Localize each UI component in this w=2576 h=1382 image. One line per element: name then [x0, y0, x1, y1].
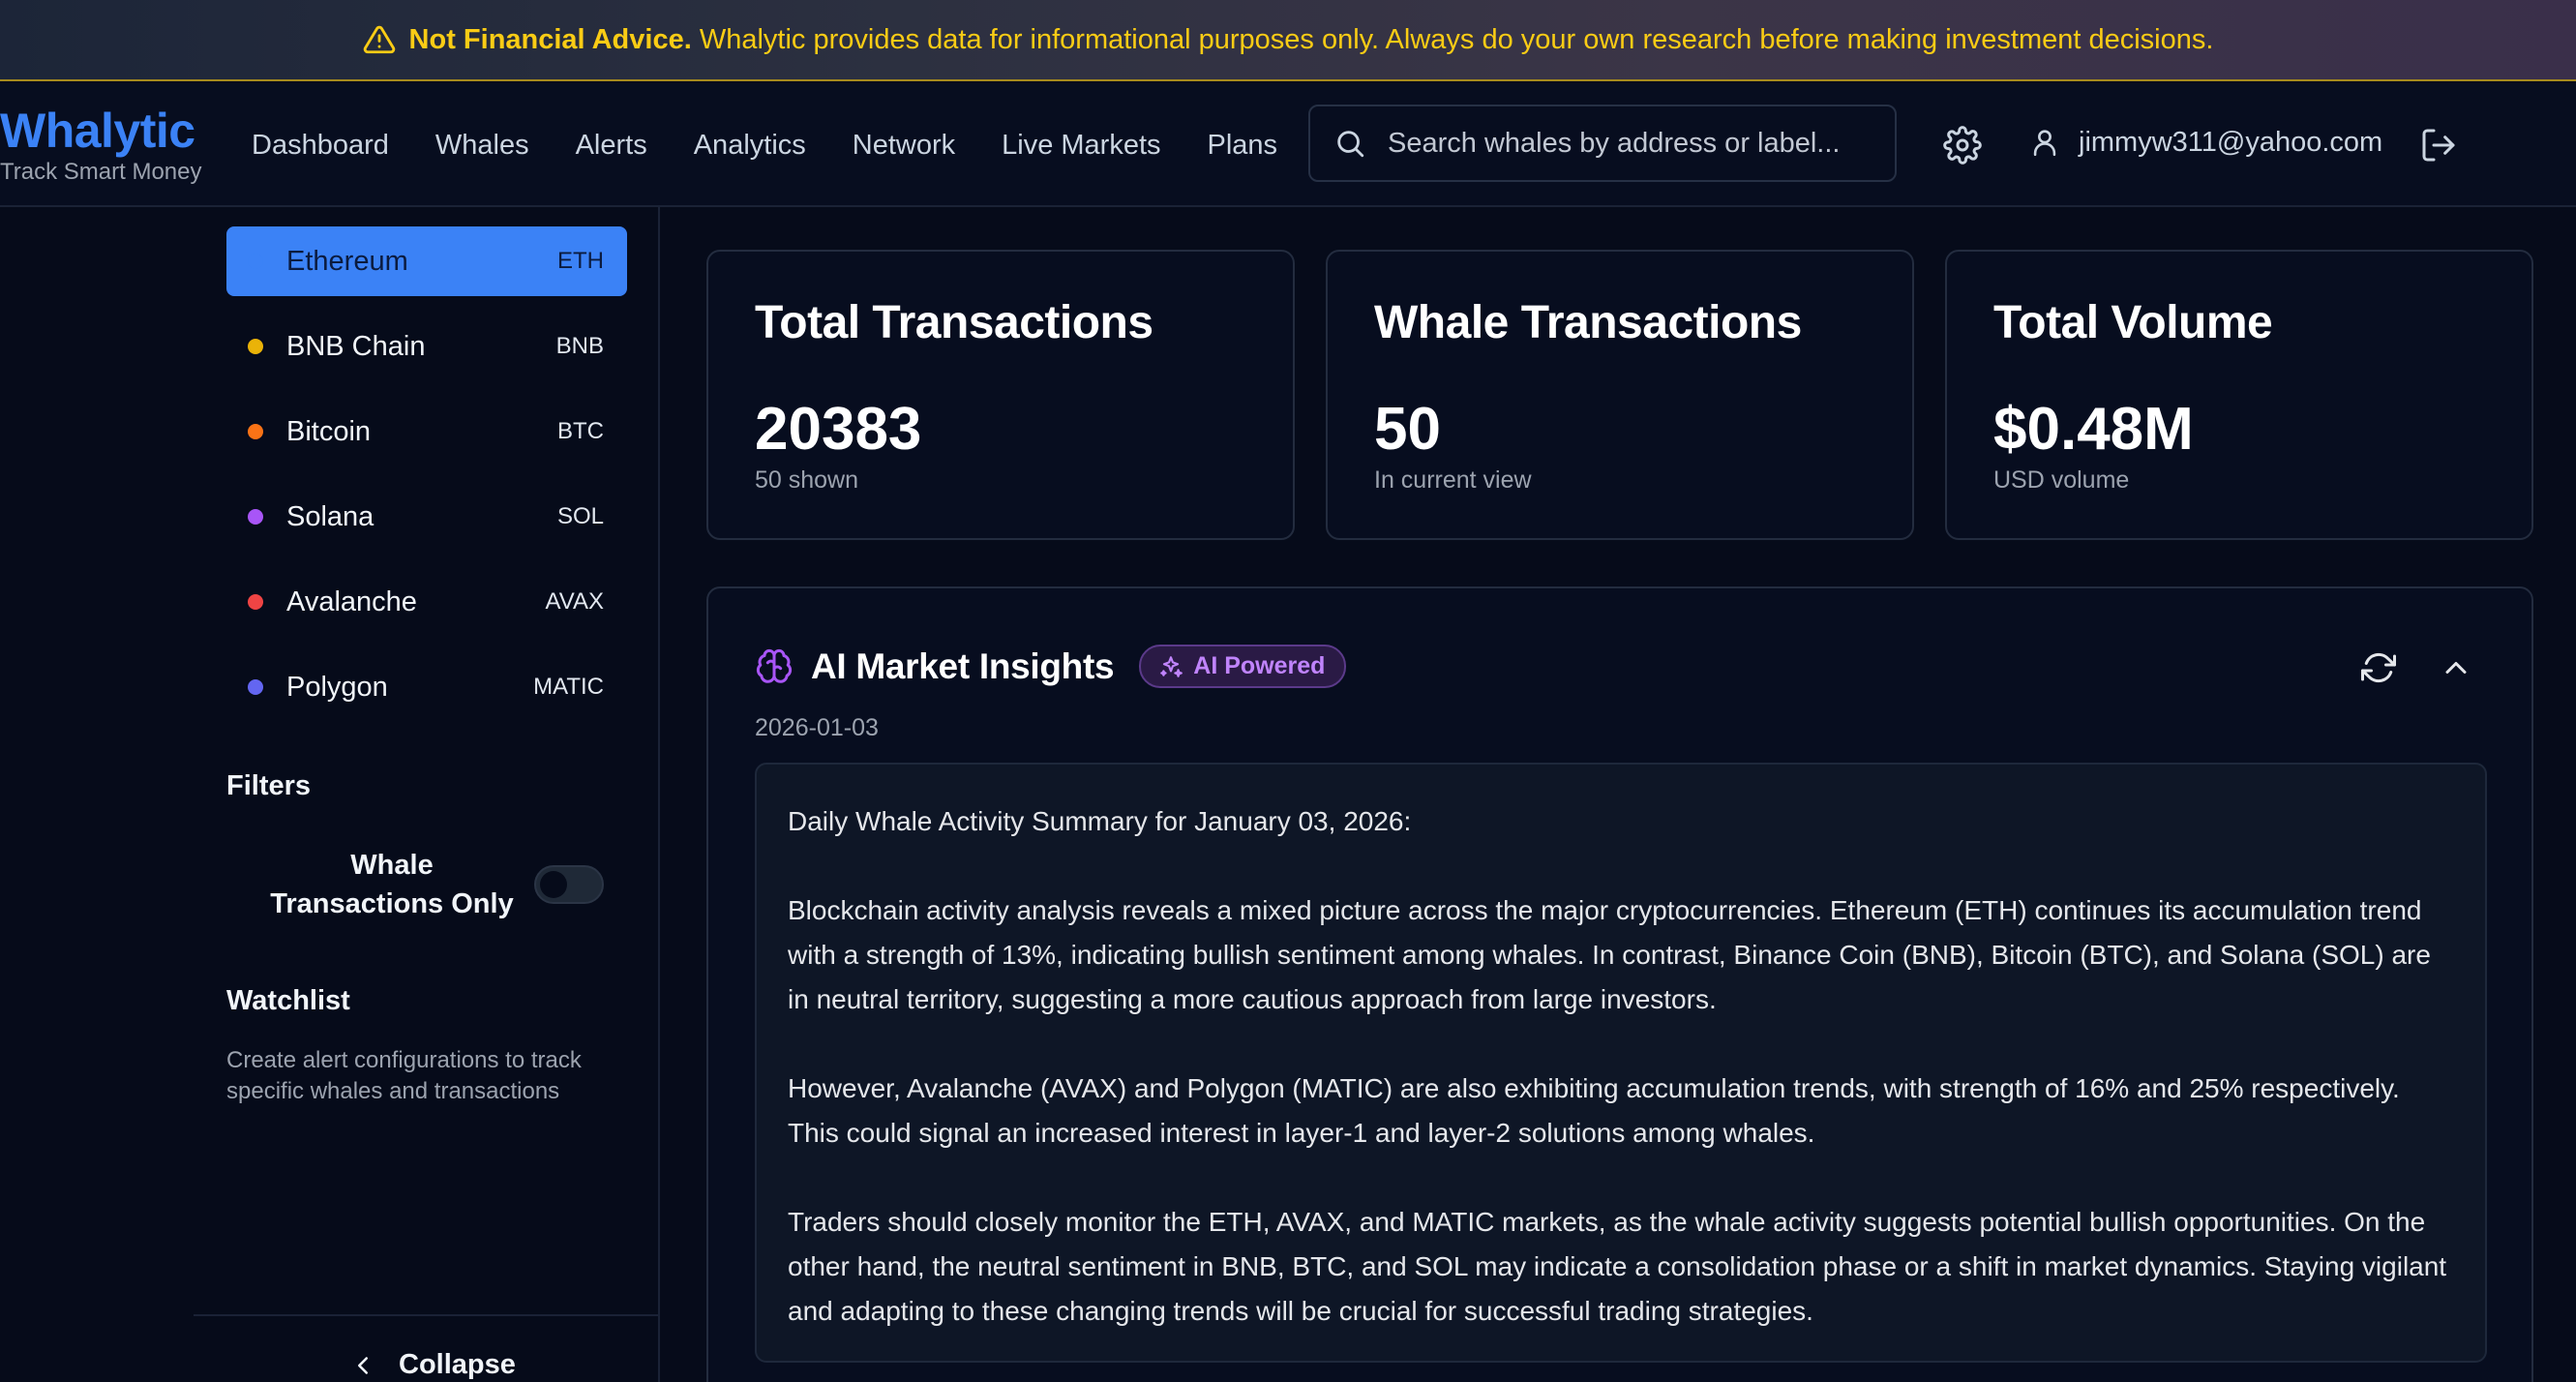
whale-only-label: Whale Transactions Only [270, 850, 514, 919]
chevron-left-icon [358, 1356, 368, 1374]
chain-dot [248, 679, 263, 695]
ai-powered-badge: AI Powered [1139, 645, 1347, 688]
nav-live-markets[interactable]: Live Markets [1002, 130, 1160, 162]
chain-symbol: MATIC [533, 674, 604, 700]
nav-plans[interactable]: Plans [1208, 130, 1278, 162]
insights-date: 2026-01-03 [755, 714, 879, 741]
collapse-button[interactable]: Collapse [348, 1349, 516, 1381]
chain-name: BNB Chain [286, 330, 426, 362]
whale-only-toggle[interactable] [534, 865, 604, 904]
sparkles-icon [1160, 655, 1183, 677]
stat-card-total-transactions: Total Transactions 20383 50 shown [706, 250, 1295, 540]
brand-name: Whalytic [0, 104, 195, 158]
main-nav: Dashboard Whales Alerts Analytics Networ… [252, 83, 1277, 207]
user-menu[interactable]: jimmyw311@yahoo.com [2028, 126, 2382, 159]
chain-dot [248, 424, 263, 439]
chevron-up-icon[interactable] [2439, 650, 2473, 685]
collapse-label: Collapse [399, 1349, 516, 1380]
warning-icon [363, 25, 395, 54]
summary-paragraph: Daily Whale Activity Summary for January… [788, 806, 1412, 836]
nav-analytics[interactable]: Analytics [694, 130, 806, 162]
disclaimer-body: Whalytic provides data for informational… [699, 23, 2214, 55]
disclaimer-banner: Not Financial Advice. Whalytic provides … [0, 0, 2576, 81]
user-icon [2033, 130, 2056, 157]
chain-name: Bitcoin [286, 415, 372, 447]
filters-heading: Filters [226, 770, 312, 801]
chain-name: Ethereum [286, 245, 408, 277]
badge-label: AI Powered [1193, 652, 1326, 679]
stat-subtext: USD volume [1993, 466, 2130, 494]
chain-symbol: ETH [557, 248, 604, 274]
stat-title: Total Volume [1993, 297, 2273, 348]
stat-value: 20383 [755, 396, 922, 463]
chain-symbol: SOL [556, 503, 604, 529]
search-input[interactable] [1388, 127, 1872, 160]
insights-title: AI Market Insights [811, 646, 1115, 686]
top-header: Whalytic Track Smart Money Dashboard Wha… [0, 83, 2576, 207]
chain-item-bitcoin[interactable]: Bitcoin BTC [226, 397, 627, 466]
chain-symbol: BNB [555, 333, 604, 359]
user-email: jimmyw311@yahoo.com [2079, 126, 2383, 158]
nav-whales[interactable]: Whales [435, 130, 529, 162]
chain-item-bnb[interactable]: BNB Chain BNB [226, 312, 627, 381]
brand-tagline: Track Smart Money [0, 159, 202, 185]
chain-dot [248, 509, 263, 525]
chain-dot [248, 594, 263, 610]
search-box [1308, 105, 1897, 182]
summary-paragraph: However, Avalanche (AVAX) and Polygon (M… [788, 1073, 2400, 1148]
chain-dot [248, 339, 263, 354]
watchlist-description: Create alert configurations to track spe… [226, 1047, 582, 1104]
ai-insights-panel: AI Market Insights AI Powered 2026-01-03… [706, 586, 2533, 1382]
stat-card-total-volume: Total Volume $0.48M USD volume [1945, 250, 2533, 540]
nav-dashboard[interactable]: Dashboard [252, 130, 389, 162]
stat-value: $0.48M [1993, 396, 2194, 463]
stat-value: 50 [1374, 396, 1441, 463]
chain-item-ethereum[interactable]: Ethereum ETH [226, 226, 627, 296]
stat-subtext: 50 shown [755, 466, 859, 494]
brand-logo[interactable]: Whalytic Track Smart Money [0, 103, 202, 186]
summary-paragraph: Blockchain activity analysis reveals a m… [788, 895, 2431, 1014]
sidebar: Ethereum ETH BNB Chain BNB Bitcoin BTC S… [0, 207, 660, 1382]
chain-item-avalanche[interactable]: Avalanche AVAX [226, 567, 627, 637]
chain-symbol: AVAX [545, 588, 604, 615]
watchlist-heading: Watchlist [226, 985, 350, 1016]
refresh-icon[interactable] [2361, 650, 2396, 685]
gear-icon[interactable] [1943, 126, 1982, 165]
toggle-knob [540, 871, 567, 898]
logout-icon[interactable] [2419, 126, 2458, 165]
chain-item-polygon[interactable]: Polygon MATIC [226, 652, 627, 722]
brain-icon [756, 648, 793, 683]
chain-list: Ethereum ETH BNB Chain BNB Bitcoin BTC S… [226, 226, 627, 737]
chain-name: Polygon [286, 671, 388, 703]
search-icon [1337, 131, 1364, 158]
stat-title: Whale Transactions [1374, 297, 1802, 348]
insights-summary: Daily Whale Activity Summary for January… [755, 763, 2487, 1363]
stat-card-whale-transactions: Whale Transactions 50 In current view [1326, 250, 1914, 540]
chain-name: Solana [286, 500, 374, 532]
chain-item-solana[interactable]: Solana SOL [226, 482, 627, 552]
chain-symbol: BTC [557, 418, 604, 444]
disclaimer-bold: Not Financial Advice. [408, 23, 692, 55]
stat-title: Total Transactions [755, 297, 1153, 348]
sidebar-divider [194, 1314, 658, 1316]
stat-subtext: In current view [1374, 466, 1532, 494]
nav-alerts[interactable]: Alerts [576, 130, 647, 162]
chain-name: Avalanche [286, 586, 417, 617]
chain-dot [248, 254, 263, 269]
nav-network[interactable]: Network [853, 130, 955, 162]
disclaimer-text: Not Financial Advice. Whalytic provides … [409, 24, 2214, 56]
insights-header: AI Market Insights AI Powered [755, 645, 1347, 688]
summary-paragraph: Traders should closely monitor the ETH, … [788, 1207, 2447, 1326]
